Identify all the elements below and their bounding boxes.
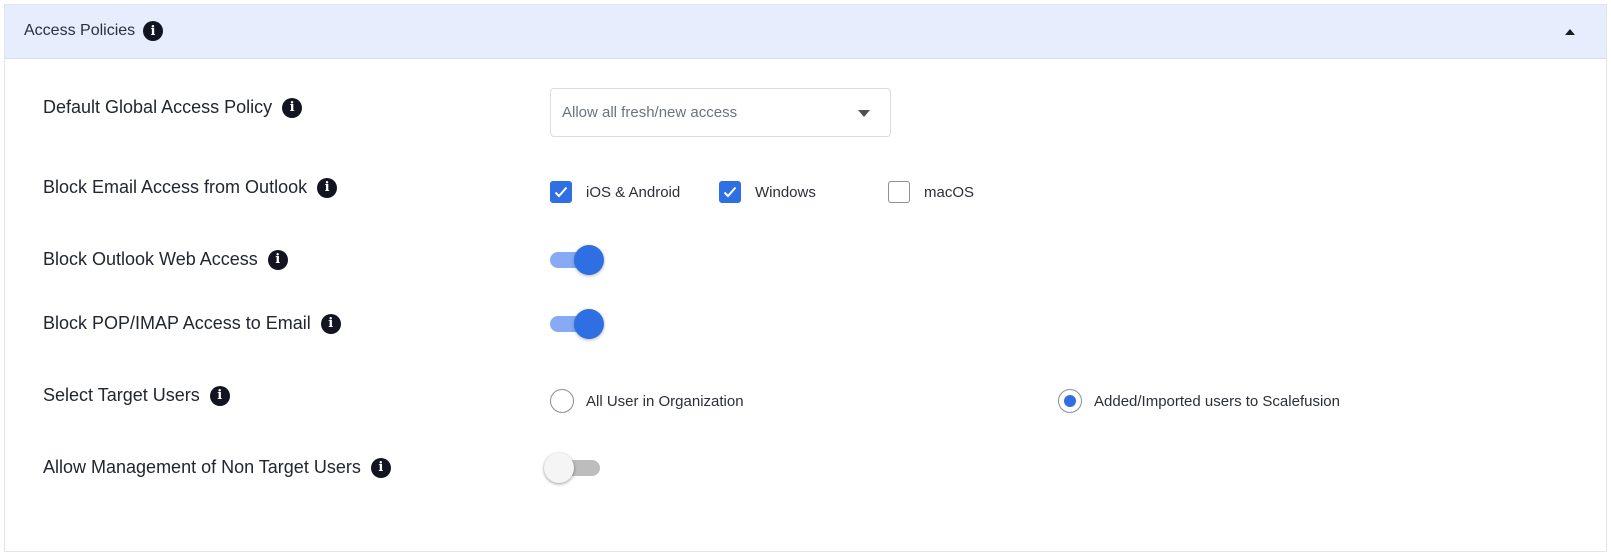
radio-all-users[interactable]: All User in Organization <box>550 389 744 413</box>
non-target-mgmt-toggle[interactable] <box>544 453 604 483</box>
block-pop-imap-toggle[interactable] <box>550 309 604 339</box>
all-users-label: All User in Organization <box>586 392 744 410</box>
block-email-row-label: Block Email Access from Outlook i <box>43 177 338 198</box>
block-outlook-web-row-label: Block Outlook Web Access i <box>43 249 288 270</box>
ios-android-checkbox[interactable] <box>550 181 572 203</box>
info-icon[interactable]: i <box>370 457 391 478</box>
block-email-label: Block Email Access from Outlook <box>43 177 308 197</box>
default-policy-select-value: Allow all fresh/new access <box>562 104 738 121</box>
info-icon[interactable]: i <box>143 21 163 41</box>
block-pop-imap-label: Block POP/IMAP Access to Email <box>43 313 311 333</box>
info-icon[interactable]: i <box>282 97 303 118</box>
info-icon[interactable]: i <box>317 177 338 198</box>
macos-label: macOS <box>924 183 975 201</box>
caret-up-icon <box>1565 29 1575 35</box>
panel-title: Access Policies <box>24 22 136 39</box>
target-users-label: Select Target Users <box>43 385 200 405</box>
block-outlook-web-label: Block Outlook Web Access <box>43 249 258 269</box>
chevron-down-icon <box>858 110 870 117</box>
info-icon[interactable]: i <box>209 385 230 406</box>
target-users-row-label: Select Target Users i <box>43 385 230 406</box>
added-imported-users-label: Added/Imported users to Scalefusion <box>1094 392 1340 410</box>
toggle-thumb <box>574 309 604 339</box>
block-outlook-web-toggle[interactable] <box>550 245 604 275</box>
toggle-thumb <box>544 453 574 483</box>
toggle-thumb <box>574 245 604 275</box>
info-icon[interactable]: i <box>320 313 341 334</box>
default-policy-label: Default Global Access Policy <box>43 97 273 117</box>
radio-dot <box>1064 395 1076 407</box>
default-policy-select[interactable]: Allow all fresh/new access <box>550 88 891 137</box>
access-policies-panel: Access Policies i Default Global Access … <box>4 4 1607 552</box>
checkmark-icon <box>554 186 568 198</box>
checkmark-icon <box>723 186 737 198</box>
added-imported-users-radio[interactable] <box>1058 389 1082 413</box>
checkbox-windows[interactable]: Windows <box>719 181 816 203</box>
non-target-label: Allow Management of Non Target Users <box>43 457 361 477</box>
block-pop-imap-row-label: Block POP/IMAP Access to Email i <box>43 313 341 334</box>
collapse-toggle-button[interactable] <box>1562 25 1578 39</box>
panel-header[interactable]: Access Policies i <box>5 5 1606 59</box>
checkbox-macos[interactable]: macOS <box>888 181 974 203</box>
ios-android-label: iOS & Android <box>586 183 681 201</box>
all-users-radio[interactable] <box>550 389 574 413</box>
info-icon[interactable]: i <box>267 249 288 270</box>
macos-checkbox[interactable] <box>888 181 910 203</box>
radio-added-imported-users[interactable]: Added/Imported users to Scalefusion <box>1058 389 1340 413</box>
windows-checkbox[interactable] <box>719 181 741 203</box>
windows-label: Windows <box>755 183 816 201</box>
default-policy-row-label: Default Global Access Policy i <box>43 97 303 118</box>
non-target-row-label: Allow Management of Non Target Users i <box>43 457 391 478</box>
checkbox-ios-android[interactable]: iOS & Android <box>550 181 680 203</box>
